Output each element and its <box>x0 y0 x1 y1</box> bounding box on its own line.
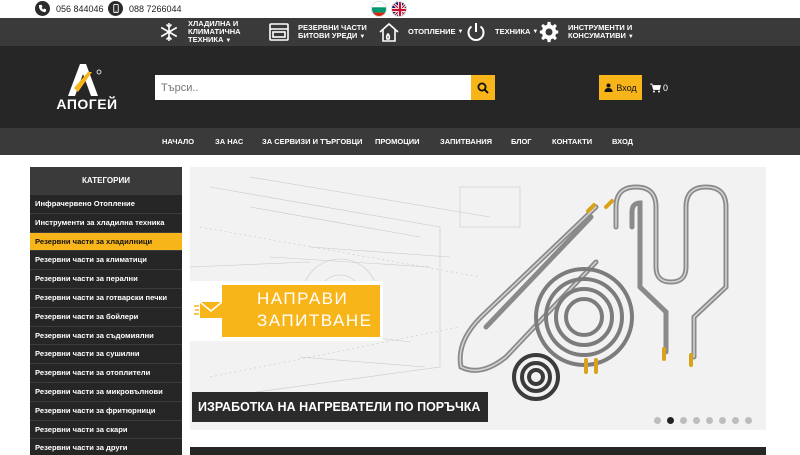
category-sidebar: Категории Инфрачервено Отопление Инструм… <box>30 167 182 455</box>
site-header: АПОГЕЙ Вход 0 <box>0 46 800 128</box>
sidebar-item[interactable]: Резервни части за бойлери <box>30 306 182 326</box>
login-label: Вход <box>616 82 637 93</box>
login-button[interactable]: Вход <box>599 75 642 100</box>
cart-icon <box>649 83 661 92</box>
content-strip <box>190 447 766 455</box>
sidebar-item[interactable]: Резервни части за перални <box>30 269 182 288</box>
sidebar-item[interactable]: Инструменти за хладилна техника <box>30 212 182 232</box>
cta-line1: НАПРАВИ <box>257 289 349 308</box>
sidebar-item[interactable]: Резервни части за готварски печки <box>30 287 182 307</box>
top-contact-bar: 056 844046 088 7266044 <box>0 0 800 18</box>
cta-label-box: НАПРАВИ ЗАПИТВАНЕ <box>222 285 380 337</box>
sidebar-item[interactable]: Резервни части за сушилни <box>30 344 182 363</box>
caret-down-icon: ▼ <box>627 33 634 40</box>
sidebar-item[interactable]: Резервни части за фритюрници <box>30 400 182 420</box>
slider-dot[interactable] <box>693 417 700 424</box>
sidebar-item[interactable]: Резервни части за микровълнови <box>30 381 182 401</box>
bulgarian-flag-icon[interactable] <box>371 1 387 17</box>
category-technics[interactable]: Техника ▼ <box>465 18 538 46</box>
category-label: Отопление <box>408 27 456 36</box>
slider-dot[interactable] <box>706 417 713 424</box>
sidebar-item[interactable]: Резервни части за отоплители <box>30 363 182 382</box>
category-label: техника <box>188 34 224 44</box>
phone-contact[interactable]: 056 844046 <box>35 1 104 16</box>
slider-dot[interactable] <box>745 417 752 424</box>
caret-down-icon: ▼ <box>457 29 464 35</box>
main-nav: Начало За нас За сервизи и търговци Пром… <box>0 128 800 155</box>
snowflake-icon <box>158 21 180 43</box>
category-bar: Хладилна и климатична техника ▼ Резервни … <box>0 18 800 46</box>
hero-slider[interactable]: НАПРАВИ ЗАПИТВАНЕ Изработка на нагревате… <box>190 167 766 430</box>
mobile-number: 088 7266044 <box>129 3 182 14</box>
user-icon <box>604 83 613 92</box>
phone-icon <box>35 1 50 16</box>
sidebar-item[interactable]: Инфрачервено Отопление <box>30 194 182 213</box>
category-label: битови уреди <box>298 30 358 40</box>
sidebar-title: Категории <box>30 167 182 194</box>
sidebar-item[interactable]: Резервни части за климатици <box>30 250 182 269</box>
english-flag-icon[interactable] <box>391 1 407 17</box>
category-spare-parts[interactable]: Резервни части битови уреди ▼ <box>268 18 367 46</box>
heating-elements-image <box>457 184 729 401</box>
slide-caption: Изработка на нагреватели по поръчка <box>192 392 488 422</box>
caret-down-icon: ▼ <box>359 33 366 40</box>
nav-contacts[interactable]: Контакти <box>552 128 592 155</box>
category-heating[interactable]: Отопление ▼ <box>378 18 463 46</box>
slider-dot-active[interactable] <box>667 417 674 424</box>
sidebar-item[interactable]: Резервни части за други <box>30 438 182 455</box>
cta-line2: ЗАПИТВАНЕ <box>257 311 373 330</box>
inquiry-cta[interactable]: НАПРАВИ ЗАПИТВАНЕ <box>190 281 383 341</box>
slider-dot[interactable] <box>680 417 687 424</box>
mobile-contact[interactable]: 088 7266044 <box>108 1 182 16</box>
logo-text: АПОГЕЙ <box>56 96 118 112</box>
category-label: Техника <box>495 27 531 36</box>
search-icon <box>477 82 489 94</box>
cart-button[interactable]: 0 <box>645 75 673 100</box>
house-heating-icon <box>378 21 400 43</box>
category-tools[interactable]: Инструменти и консумативи ▼ <box>538 18 634 46</box>
slider-dots <box>654 417 752 424</box>
oven-icon <box>268 21 290 43</box>
nav-for-services[interactable]: За сервизи и търговци <box>262 128 362 155</box>
nav-login[interactable]: Вход <box>612 128 633 155</box>
envelope-icon <box>194 301 223 318</box>
search-input[interactable] <box>155 75 471 100</box>
slider-dot[interactable] <box>719 417 726 424</box>
nav-promotions[interactable]: Промоции <box>375 128 419 155</box>
nav-blog[interactable]: Блог <box>511 128 532 155</box>
caret-down-icon: ▼ <box>225 37 232 44</box>
sidebar-item[interactable]: Резервни части за съдомиялни <box>30 325 182 345</box>
slider-dot[interactable] <box>732 417 739 424</box>
mobile-icon <box>108 1 123 16</box>
sidebar-item-active[interactable]: Резервни части за хладилници <box>30 231 182 251</box>
cart-count: 0 <box>662 82 668 93</box>
gear-icon <box>538 21 560 43</box>
phone-number: 056 844046 <box>56 3 104 14</box>
slider-dot[interactable] <box>654 417 661 424</box>
nav-home[interactable]: Начало <box>162 128 194 155</box>
search-button[interactable] <box>471 75 495 100</box>
category-refrigeration[interactable]: Хладилна и климатична техника ▼ <box>158 18 241 46</box>
sidebar-item[interactable]: Резервни части за скари <box>30 419 182 439</box>
power-icon <box>465 21 487 43</box>
category-label: консумативи <box>568 30 626 40</box>
nav-inquiries[interactable]: Запитвания <box>440 128 492 155</box>
nav-about[interactable]: За нас <box>215 128 243 155</box>
